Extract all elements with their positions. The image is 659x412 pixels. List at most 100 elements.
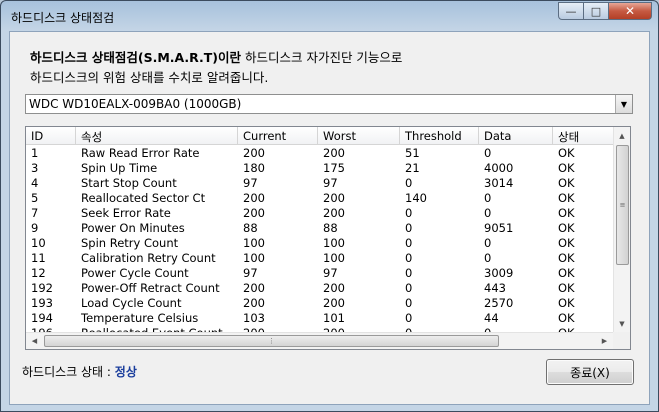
scroll-up-icon[interactable]: ▲ xyxy=(614,127,630,144)
cell-status: OK xyxy=(558,146,575,160)
column-header-id[interactable]: ID xyxy=(26,127,76,145)
cell-worst: 200 xyxy=(323,206,345,220)
cell-attribute: Power On Minutes xyxy=(81,221,185,235)
cell-current: 97 xyxy=(243,176,258,190)
caption-buttons: — □ ✕ xyxy=(558,2,652,20)
cell-threshold: 0 xyxy=(405,251,413,265)
cell-worst: 101 xyxy=(323,311,345,325)
cell-worst: 97 xyxy=(323,176,338,190)
table-row[interactable]: 193 Load Cycle Count 200 200 0 2570 OK xyxy=(26,296,614,311)
table-row[interactable]: 192 Power-Off Retract Count 200 200 0 443 OK xyxy=(26,281,614,296)
cell-data: 3014 xyxy=(484,176,514,190)
cell-status: OK xyxy=(558,251,575,265)
cell-status: OK xyxy=(558,311,575,325)
description-term: 하드디스크 상태점검(S.M.A.R.T)이란 xyxy=(30,50,242,65)
horizontal-scrollbar[interactable]: ◀ ⋮ ▶ xyxy=(26,332,630,349)
cell-data: 9051 xyxy=(484,221,514,235)
cell-id: 7 xyxy=(31,206,39,220)
cell-id: 12 xyxy=(31,266,46,280)
window-close-button[interactable]: ✕ xyxy=(609,2,652,20)
scroll-left-icon[interactable]: ◀ xyxy=(26,333,43,349)
table-row[interactable]: 7 Seek Error Rate 200 200 0 0 OK xyxy=(26,206,614,221)
cell-current: 200 xyxy=(243,296,265,310)
cell-id: 9 xyxy=(31,221,39,235)
vertical-scrollbar[interactable]: ▲ ≡ ▼ xyxy=(613,127,630,332)
cell-status: OK xyxy=(558,236,575,250)
cell-id: 3 xyxy=(31,161,39,175)
column-header-worst[interactable]: Worst xyxy=(318,127,400,145)
cell-current: 88 xyxy=(243,221,258,235)
cell-data: 2570 xyxy=(484,296,514,310)
cell-worst: 200 xyxy=(323,191,345,205)
column-header-status[interactable]: 상태 xyxy=(553,127,614,145)
table-row[interactable]: 1 Raw Read Error Rate 200 200 51 0 OK xyxy=(26,146,614,161)
cell-attribute: Raw Read Error Rate xyxy=(81,146,200,160)
vertical-scroll-thumb[interactable]: ≡ xyxy=(616,145,629,265)
cell-current: 200 xyxy=(243,281,265,295)
cell-threshold: 140 xyxy=(405,191,427,205)
cell-data: 0 xyxy=(484,236,492,250)
table-row[interactable]: 11 Calibration Retry Count 100 100 0 0 OK xyxy=(26,251,614,266)
column-header-threshold[interactable]: Threshold xyxy=(400,127,479,145)
title-bar[interactable]: 하드디스크 상태점검 — □ ✕ xyxy=(1,1,658,31)
scrollbar-corner xyxy=(613,332,630,349)
smart-dialog: 하드디스크 상태점검 — □ ✕ 하드디스크 상태점검(S.M.A.R.T)이란… xyxy=(0,0,659,412)
column-header-current[interactable]: Current xyxy=(238,127,318,145)
cell-current: 200 xyxy=(243,191,265,205)
cell-attribute: Spin Up Time xyxy=(81,161,158,175)
cell-worst: 200 xyxy=(323,146,345,160)
cell-status: OK xyxy=(558,281,575,295)
cell-id: 193 xyxy=(31,296,53,310)
table-header: ID 속성 Current Worst Threshold Data 상태 xyxy=(26,127,614,145)
cell-id: 192 xyxy=(31,281,53,295)
column-header-attribute[interactable]: 속성 xyxy=(76,127,238,145)
cell-current: 103 xyxy=(243,311,265,325)
table-row[interactable]: 3 Spin Up Time 180 175 21 4000 OK xyxy=(26,161,614,176)
cell-attribute: Start Stop Count xyxy=(81,176,177,190)
maximize-icon: □ xyxy=(590,4,602,18)
cell-id: 4 xyxy=(31,176,39,190)
column-header-data[interactable]: Data xyxy=(479,127,553,145)
minimize-button[interactable]: — xyxy=(558,2,584,20)
disk-status: 하드디스크 상태 : 정상 xyxy=(22,363,137,380)
table-row[interactable]: 10 Spin Retry Count 100 100 0 0 OK xyxy=(26,236,614,251)
table-row[interactable]: 9 Power On Minutes 88 88 0 9051 OK xyxy=(26,221,614,236)
cell-current: 200 xyxy=(243,206,265,220)
cell-attribute: Power Cycle Count xyxy=(81,266,189,280)
cell-id: 1 xyxy=(31,146,39,160)
cell-data: 44 xyxy=(484,311,499,325)
cell-threshold: 0 xyxy=(405,221,413,235)
cell-attribute: Seek Error Rate xyxy=(81,206,171,220)
cell-threshold: 21 xyxy=(405,161,420,175)
table-row[interactable]: 4 Start Stop Count 97 97 0 3014 OK xyxy=(26,176,614,191)
description-rest: 하드디스크 자가진단 기능으로 xyxy=(241,50,403,65)
maximize-button[interactable]: □ xyxy=(584,2,609,20)
cell-attribute: Reallocated Sector Ct xyxy=(81,191,206,205)
cell-attribute: Power-Off Retract Count xyxy=(81,281,220,295)
cell-status: OK xyxy=(558,176,575,190)
drive-select-dropdown-button[interactable]: ▼ xyxy=(615,95,632,113)
cell-status: OK xyxy=(558,161,575,175)
cell-worst: 100 xyxy=(323,236,345,250)
table-row[interactable]: 194 Temperature Celsius 103 101 0 44 OK xyxy=(26,311,614,326)
smart-attributes-table[interactable]: ID 속성 Current Worst Threshold Data 상태 1 R… xyxy=(25,126,631,350)
cell-id: 10 xyxy=(31,236,46,250)
cell-threshold: 0 xyxy=(405,311,413,325)
drive-select[interactable]: WDC WD10EALX-009BA0 (1000GB) ▼ xyxy=(25,94,633,114)
cell-data: 0 xyxy=(484,206,492,220)
disk-status-label: 하드디스크 상태 : xyxy=(22,365,115,379)
scroll-down-icon[interactable]: ▼ xyxy=(614,315,630,332)
cell-threshold: 0 xyxy=(405,176,413,190)
cell-data: 0 xyxy=(484,191,492,205)
cell-threshold: 0 xyxy=(405,206,413,220)
cell-attribute: Load Cycle Count xyxy=(81,296,182,310)
disk-status-value: 정상 xyxy=(114,365,137,379)
table-row[interactable]: 12 Power Cycle Count 97 97 0 3009 OK xyxy=(26,266,614,281)
description-line-1: 하드디스크 상태점검(S.M.A.R.T)이란 하드디스크 자가진단 기능으로 xyxy=(30,47,402,66)
exit-button[interactable]: 종료(X) xyxy=(546,359,634,385)
scroll-right-icon[interactable]: ▶ xyxy=(596,333,613,349)
horizontal-scroll-thumb[interactable]: ⋮ xyxy=(44,335,499,347)
table-row[interactable]: 5 Reallocated Sector Ct 200 200 140 0 OK xyxy=(26,191,614,206)
cell-data: 4000 xyxy=(484,161,514,175)
dialog-client-area: 하드디스크 상태점검(S.M.A.R.T)이란 하드디스크 자가진단 기능으로 … xyxy=(9,31,650,405)
